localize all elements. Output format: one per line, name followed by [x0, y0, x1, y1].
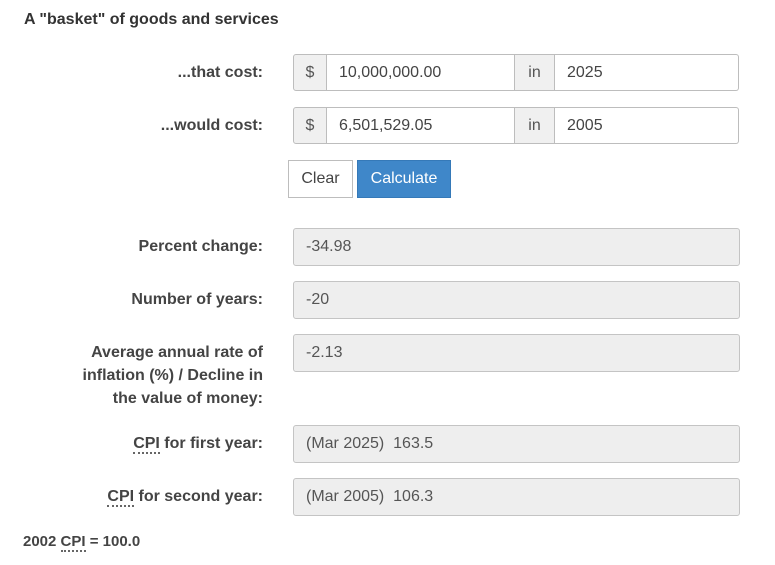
- percent-change-label: Percent change:: [138, 238, 263, 255]
- start-year-input[interactable]: [555, 54, 739, 91]
- cpi-second-year-label: CPI for second year:: [107, 485, 263, 508]
- in-addon: in: [515, 107, 555, 144]
- cpi-second-year-output: (Mar 2005) 106.3: [293, 478, 740, 516]
- cpi-base-prefix: 2002: [23, 533, 61, 550]
- in-addon: in: [515, 54, 555, 91]
- avg-rate-output: -2.13: [293, 334, 740, 372]
- cpi-second-year-label-text: for second year:: [134, 488, 264, 505]
- currency-addon: $: [293, 54, 327, 91]
- cpi-first-year-label: CPI for first year:: [133, 432, 263, 455]
- would-cost-label: ...would cost:: [160, 117, 263, 134]
- number-of-years-output: -20: [293, 281, 740, 319]
- cpi-base-suffix: = 100.0: [85, 533, 141, 550]
- cpi-abbreviation[interactable]: CPI: [133, 435, 160, 454]
- avg-rate-label: Average annual rate of inflation (%) / D…: [83, 341, 263, 410]
- avg-rate-label-line2: inflation (%) / Decline in: [82, 367, 263, 384]
- calculate-button[interactable]: Calculate: [357, 160, 451, 198]
- section-heading: A "basket" of goods and services: [24, 11, 279, 28]
- cpi-first-year-label-text: for first year:: [159, 435, 263, 452]
- number-of-years-label: Number of years:: [131, 291, 263, 308]
- result-amount-input[interactable]: [327, 107, 515, 144]
- avg-rate-label-line1: Average annual rate of: [91, 344, 263, 361]
- that-cost-label: ...that cost:: [177, 64, 263, 81]
- cpi-abbreviation[interactable]: CPI: [107, 488, 135, 507]
- currency-addon: $: [293, 107, 327, 144]
- cpi-first-year-output: (Mar 2025) 163.5: [293, 425, 740, 463]
- end-year-input[interactable]: [555, 107, 739, 144]
- cpi-abbreviation[interactable]: CPI: [60, 533, 86, 552]
- original-amount-input[interactable]: [327, 54, 515, 91]
- that-cost-input-group: $ in: [293, 54, 739, 91]
- percent-change-output: -34.98: [293, 228, 740, 266]
- avg-rate-label-line3: the value of money:: [112, 390, 263, 407]
- would-cost-input-group: $ in: [293, 107, 739, 144]
- cpi-base-note: 2002 CPI = 100.0: [23, 533, 141, 552]
- clear-button[interactable]: Clear: [288, 160, 353, 198]
